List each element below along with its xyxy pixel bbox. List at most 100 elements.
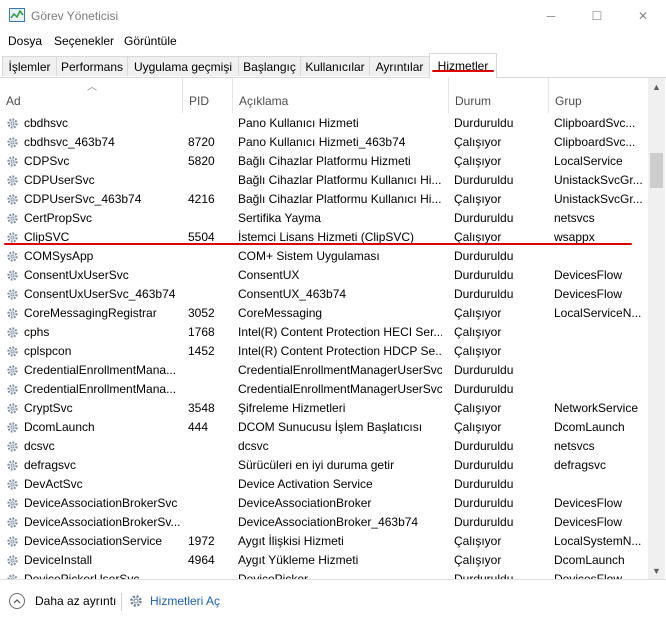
- service-description: Bağlı Cihazlar Platformu Kullanıcı Hi...: [238, 192, 442, 206]
- table-row[interactable]: defragsvc Sürücüleri en iyi duruma getir D…: [0, 456, 648, 475]
- table-row[interactable]: cplspcon 1452 Intel(R) Content Protection …: [0, 342, 648, 361]
- service-group: defragsvc: [554, 458, 607, 472]
- table-row[interactable]: CertPropSvc Sertifika Yayma Durduruldu nets…: [0, 209, 648, 228]
- service-group: DevicesFlow: [554, 572, 623, 579]
- less-details-button[interactable]: Daha az ayrıntı: [9, 593, 116, 609]
- service-description: Intel(R) Content Protection HDCP Se...: [238, 344, 442, 358]
- menu-bar: Dosya Seçenekler Görüntüle: [0, 31, 666, 51]
- service-pid: 5820: [188, 154, 215, 168]
- service-status: Durduruldu: [454, 211, 514, 225]
- service-description: Aygıt Yükleme Hizmeti: [238, 553, 359, 567]
- service-description: Pano Kullanıcı Hizmeti_463b74: [238, 135, 406, 149]
- table-row[interactable]: CoreMessagingRegistrar 3052 CoreMessaging Ç…: [0, 304, 648, 323]
- table-row[interactable]: DeviceAssociationBrokerSv... DeviceAssoci…: [0, 513, 648, 532]
- column-group[interactable]: Grup: [548, 78, 648, 113]
- service-group: DevicesFlow: [554, 287, 623, 301]
- service-gear-icon: [6, 136, 19, 149]
- table-row[interactable]: DcomLaunch 444 DCOM Sunucusu İşlem Başlatı…: [0, 418, 648, 437]
- service-gear-icon: [6, 326, 19, 339]
- table-row[interactable]: CDPUserSvc_463b74 4216 Bağlı Cihazlar Plat…: [0, 190, 648, 209]
- service-description: DCOM Sunucusu İşlem Başlatıcısı: [238, 420, 423, 434]
- table-row[interactable]: ConsentUxUserSvc_463b74 ConsentUX_463b74 D…: [0, 285, 648, 304]
- table-row[interactable]: CryptSvc 3548 Şifreleme Hizmetleri Çalışıyo…: [0, 399, 648, 418]
- tab-app-history[interactable]: Uygulama geçmişi: [127, 56, 239, 76]
- service-gear-icon: [6, 117, 19, 130]
- service-name: CDPSvc: [24, 154, 70, 168]
- service-group: LocalService: [554, 154, 623, 168]
- table-row[interactable]: CDPSvc 5820 Bağlı Cihazlar Platformu Hizme…: [0, 152, 648, 171]
- tab-details[interactable]: Ayrıntılar: [369, 56, 430, 76]
- service-group: LocalSystemN...: [554, 534, 642, 548]
- service-description: COM+ Sistem Uygulaması: [238, 249, 380, 263]
- table-row[interactable]: DevActSvc Device Activation Service Durdur…: [0, 475, 648, 494]
- table-row[interactable]: cbdhsvc_463b74 8720 Pano Kullanıcı Hizmeti…: [0, 133, 648, 152]
- service-status: Durduruldu: [454, 515, 514, 529]
- service-name: ConsentUxUserSvc_463b74: [24, 287, 176, 301]
- service-status: Durduruldu: [454, 382, 514, 396]
- service-group: DevicesFlow: [554, 268, 623, 282]
- service-name: defragsvc: [24, 458, 77, 472]
- scroll-down-icon[interactable]: ▼: [648, 562, 665, 579]
- vertical-scrollbar[interactable]: ▲ ▼: [648, 78, 665, 579]
- tab-services[interactable]: Hizmetler: [429, 53, 497, 78]
- column-status[interactable]: Durum: [448, 78, 548, 113]
- table-row[interactable]: DeviceAssociationBrokerSvc DeviceAssociat…: [0, 494, 648, 513]
- service-name: ClipSVC: [24, 230, 70, 244]
- table-row[interactable]: DevicePickerUserSvc DevicePicker Durduruld…: [0, 570, 648, 579]
- service-gear-icon: [6, 212, 19, 225]
- menu-options[interactable]: Seçenekler: [54, 34, 114, 48]
- service-group: netsvcs: [554, 211, 595, 225]
- service-name: DevActSvc: [24, 477, 83, 491]
- minimize-button[interactable]: ─: [528, 0, 574, 31]
- service-name: CoreMessagingRegistrar: [24, 306, 157, 320]
- column-description[interactable]: Açıklama: [232, 78, 448, 113]
- table-body: cbdhsvc Pano Kullanıcı Hizmeti Durduruldu C…: [0, 114, 648, 579]
- scroll-thumb[interactable]: [650, 153, 663, 188]
- tab-performance[interactable]: Performans: [56, 56, 128, 76]
- close-button[interactable]: ✕: [620, 0, 666, 31]
- open-services-link[interactable]: Hizmetleri Aç: [128, 593, 220, 609]
- service-status: Çalışıyor: [454, 534, 502, 548]
- menu-file[interactable]: Dosya: [8, 34, 42, 48]
- service-group: netsvcs: [554, 439, 595, 453]
- service-name: CryptSvc: [24, 401, 73, 415]
- table-row[interactable]: DeviceInstall 4964 Aygıt Yükleme Hizmeti Ça…: [0, 551, 648, 570]
- service-pid: 1972: [188, 534, 215, 548]
- footer: Daha az ayrıntı Hizmetleri Aç: [0, 579, 666, 627]
- service-pid: 444: [188, 420, 209, 434]
- table-row[interactable]: DeviceAssociationService 1972 Aygıt İlişki…: [0, 532, 648, 551]
- scroll-up-icon[interactable]: ▲: [648, 78, 665, 95]
- table-row[interactable]: ConsentUxUserSvc ConsentUX Durduruldu Devic…: [0, 266, 648, 285]
- tab-startup[interactable]: Başlangıç: [238, 56, 301, 76]
- service-name: CertPropSvc: [24, 211, 93, 225]
- table-row[interactable]: CDPUserSvc Bağlı Cihazlar Platformu Kulla…: [0, 171, 648, 190]
- service-gear-icon: [6, 383, 19, 396]
- service-status: Çalışıyor: [454, 306, 502, 320]
- table-row[interactable]: CredentialEnrollmentMana... CredentialEnr…: [0, 380, 648, 399]
- column-name[interactable]: Ad ︿: [0, 78, 182, 113]
- service-status: Çalışıyor: [454, 192, 502, 206]
- chevron-up-circle-icon: [9, 593, 25, 609]
- table-row[interactable]: COMSysApp COM+ Sistem Uygulaması Durduruld…: [0, 247, 648, 266]
- maximize-button[interactable]: ☐: [574, 0, 620, 31]
- table-row[interactable]: CredentialEnrollmentMana... CredentialEnr…: [0, 361, 648, 380]
- tab-users[interactable]: Kullanıcılar: [300, 56, 370, 76]
- service-gear-icon: [6, 174, 19, 187]
- tab-processes[interactable]: İşlemler: [2, 56, 57, 76]
- table-row[interactable]: cbdhsvc Pano Kullanıcı Hizmeti Durduruldu C…: [0, 114, 648, 133]
- service-gear-icon: [6, 250, 19, 263]
- minimize-icon: ─: [546, 8, 556, 23]
- service-description: CoreMessaging: [238, 306, 323, 320]
- clipsvc-row-underline: [4, 243, 632, 245]
- column-pid[interactable]: PID: [182, 78, 232, 113]
- service-description: DevicePicker: [238, 572, 309, 579]
- service-pid: 3548: [188, 401, 215, 415]
- service-name: DeviceInstall: [24, 553, 93, 567]
- service-description: Device Activation Service: [238, 477, 373, 491]
- service-pid: 1452: [188, 344, 215, 358]
- service-gear-icon: [6, 345, 19, 358]
- menu-view[interactable]: Görüntüle: [124, 34, 177, 48]
- table-row[interactable]: dcsvc dcsvc Durduruldu netsvcs: [0, 437, 648, 456]
- table-row[interactable]: cphs 1768 Intel(R) Content Protection HECI…: [0, 323, 648, 342]
- service-status: Durduruldu: [454, 572, 514, 579]
